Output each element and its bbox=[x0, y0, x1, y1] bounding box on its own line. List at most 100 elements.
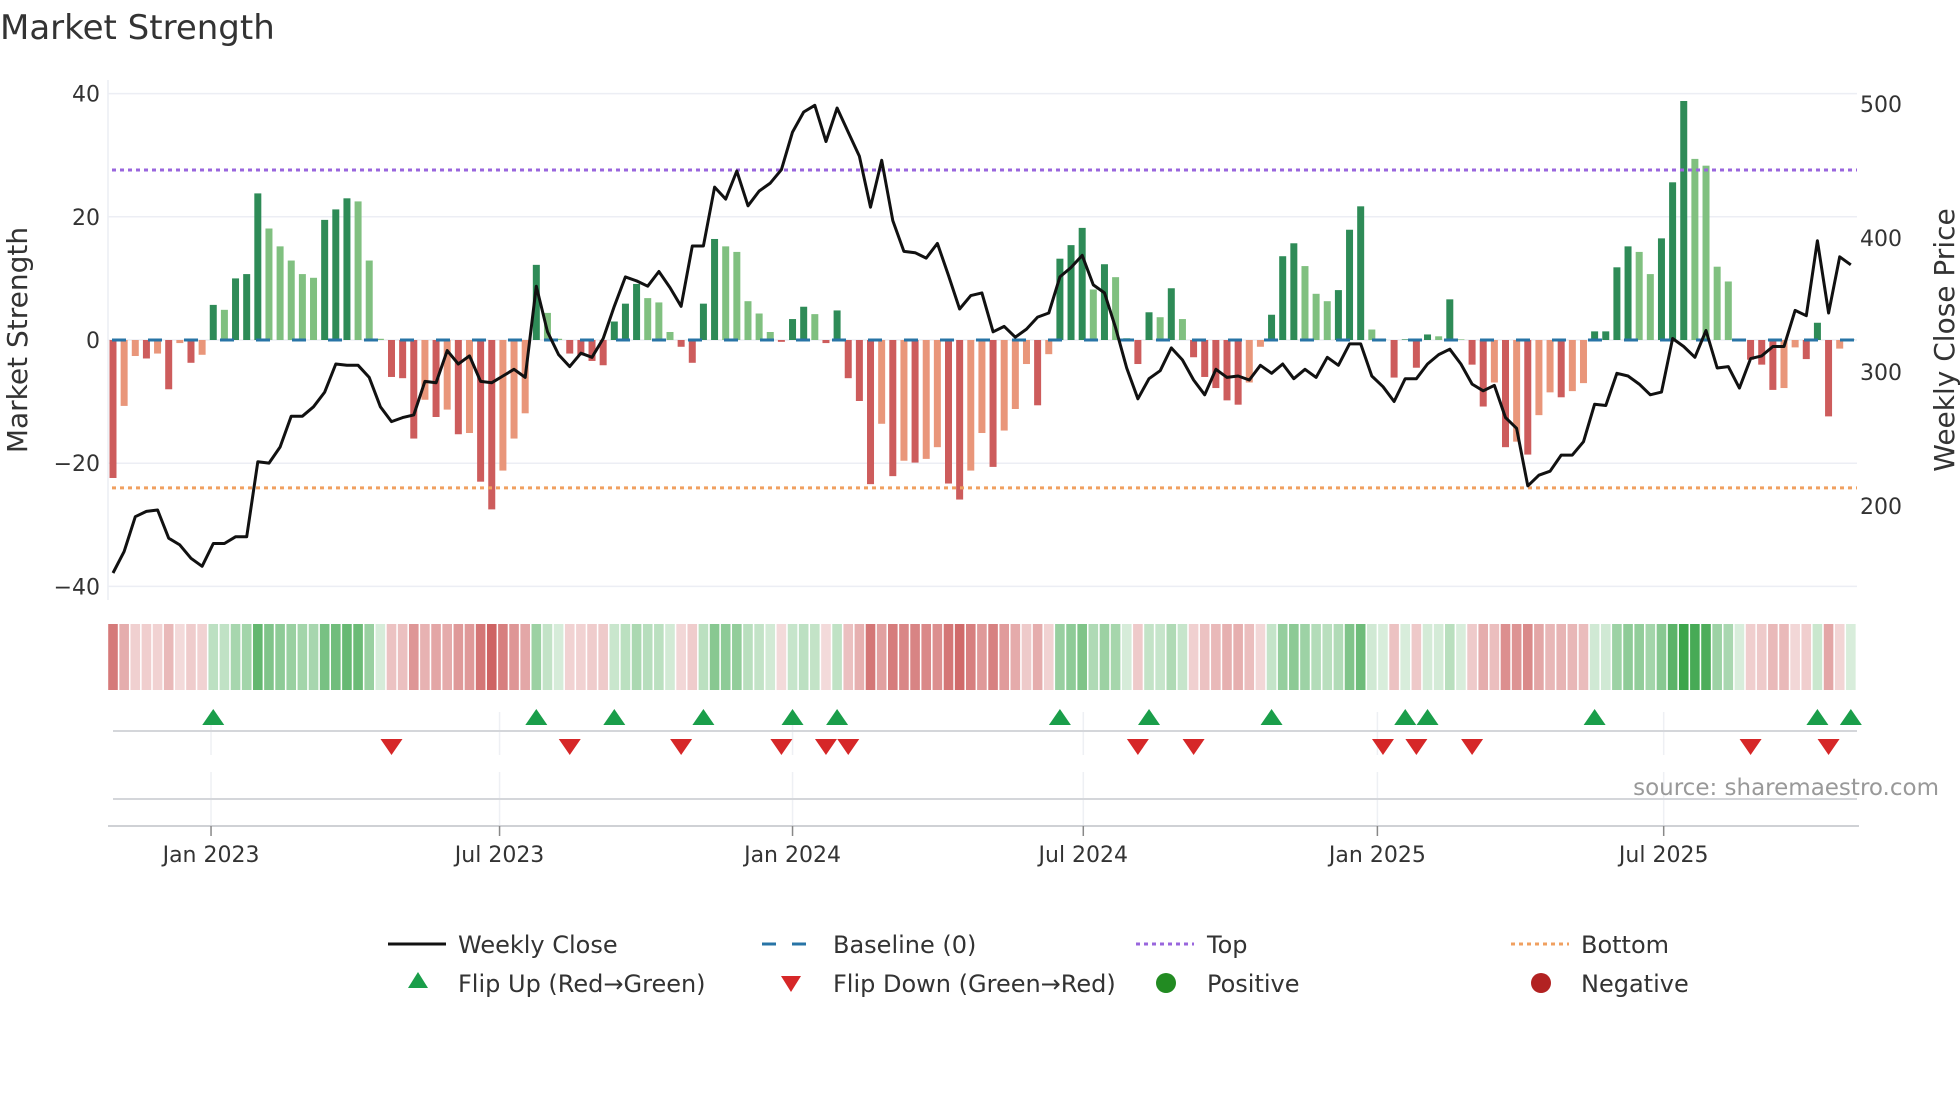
strength-bar bbox=[811, 314, 819, 340]
legend-label: Baseline (0) bbox=[833, 931, 976, 959]
strip-cell bbox=[1634, 624, 1644, 690]
strength-bar bbox=[1724, 281, 1732, 340]
circle-icon bbox=[1531, 973, 1551, 993]
strength-bar bbox=[1802, 340, 1810, 360]
strip-cell bbox=[1411, 624, 1422, 690]
flip-up-marker bbox=[1260, 709, 1283, 725]
strip-cell bbox=[1667, 624, 1678, 690]
strip-cell bbox=[498, 624, 508, 690]
strip-cell bbox=[564, 624, 575, 690]
legend-label: Positive bbox=[1207, 970, 1300, 998]
strength-bar bbox=[1446, 299, 1454, 340]
strength-bar bbox=[1056, 258, 1064, 340]
x-tick-label: Jul 2023 bbox=[453, 843, 545, 868]
strip-cell bbox=[108, 624, 118, 690]
legend-baseline: Baseline (0) bbox=[762, 931, 976, 959]
x-axis-ticks: Jan 2023 Jul 2023 Jan 2024 Jul 2024 Jan 2025… bbox=[161, 826, 1708, 868]
strength-bar bbox=[399, 340, 407, 379]
strip-cell bbox=[910, 624, 920, 690]
strip-cell bbox=[453, 624, 464, 690]
strip-cell bbox=[119, 624, 129, 690]
legend-positive: Positive bbox=[1156, 970, 1300, 998]
strip-cell bbox=[197, 624, 207, 690]
strength-bar bbox=[1301, 266, 1309, 340]
strength-bar bbox=[1524, 340, 1532, 455]
flip-down-marker bbox=[1461, 739, 1484, 755]
strip-cell bbox=[821, 624, 831, 690]
strength-bars bbox=[109, 100, 1855, 510]
strength-bar bbox=[956, 340, 964, 500]
strength-bar bbox=[1078, 227, 1086, 340]
legend-label: Flip Up (Red→Green) bbox=[458, 970, 706, 998]
strip-cell bbox=[1422, 624, 1433, 690]
strength-bar bbox=[610, 321, 618, 340]
strength-bar bbox=[465, 340, 473, 434]
strength-bar bbox=[477, 340, 485, 482]
strength-bar bbox=[1234, 340, 1242, 405]
strip-cell bbox=[420, 624, 430, 690]
flip-up-marker bbox=[1806, 709, 1829, 725]
strip-cell bbox=[1779, 624, 1789, 690]
strip-cell bbox=[676, 624, 686, 690]
triangle-up-icon bbox=[408, 972, 428, 988]
strip-cell bbox=[163, 624, 174, 690]
market-strength-chart: Market Strength 40200−20−40 500400300200… bbox=[0, 8, 1960, 998]
x-tick-label: Jan 2025 bbox=[1327, 843, 1426, 868]
strip-cell bbox=[899, 624, 909, 690]
strength-bar bbox=[454, 340, 462, 435]
strip-cell bbox=[1110, 624, 1121, 690]
strip-cell bbox=[230, 624, 241, 690]
strength-bar bbox=[1145, 312, 1153, 340]
strength-bar bbox=[978, 340, 986, 434]
strip-cell bbox=[1745, 624, 1756, 690]
strength-bar bbox=[1156, 317, 1164, 340]
strip-cell bbox=[1701, 624, 1711, 690]
flip-panel bbox=[108, 712, 1859, 827]
strength-bar bbox=[1502, 340, 1509, 448]
strip-cell bbox=[743, 624, 753, 690]
strip-cell bbox=[1545, 624, 1555, 690]
strength-bar bbox=[1568, 340, 1576, 392]
flip-up-marker bbox=[1138, 709, 1161, 725]
strength-bar bbox=[1702, 165, 1710, 340]
strip-cell bbox=[1445, 624, 1455, 690]
strip-cell bbox=[475, 624, 486, 690]
strip-cell bbox=[1277, 624, 1288, 690]
strip-cell bbox=[1055, 624, 1065, 690]
strip-cell bbox=[1589, 624, 1600, 690]
strip-cell bbox=[642, 624, 653, 690]
strength-bar bbox=[755, 313, 763, 340]
strength-bar bbox=[1479, 340, 1487, 407]
flip-down-marker bbox=[1405, 739, 1428, 755]
legend-label: Negative bbox=[1581, 970, 1689, 998]
strength-bar bbox=[677, 340, 685, 347]
y2-tick-label: 300 bbox=[1860, 361, 1902, 386]
strip-cell bbox=[364, 624, 375, 690]
flip-up-marker bbox=[781, 709, 804, 725]
strip-cell bbox=[1088, 624, 1099, 690]
strength-bar bbox=[1535, 340, 1543, 416]
flip-down-marker bbox=[558, 739, 581, 755]
strip-cell bbox=[286, 624, 297, 690]
legend-weekly-close: Weekly Close bbox=[388, 931, 618, 959]
strength-bar bbox=[666, 331, 674, 340]
strip-cell bbox=[1801, 624, 1812, 690]
strip-cell bbox=[1099, 624, 1110, 690]
flip-down-marker bbox=[1126, 739, 1149, 755]
right-axis-label: Weekly Close Price bbox=[1928, 208, 1960, 471]
strength-bar bbox=[488, 340, 496, 510]
strip-cell bbox=[1790, 624, 1800, 690]
strip-cell bbox=[219, 624, 230, 690]
y2-tick-label: 200 bbox=[1860, 495, 1902, 520]
strength-bar bbox=[1579, 340, 1587, 384]
strength-bar bbox=[878, 340, 886, 424]
strength-bar bbox=[354, 201, 362, 340]
strip-cell bbox=[1300, 624, 1310, 690]
strip-cell bbox=[1043, 624, 1054, 690]
strip-cell bbox=[386, 624, 397, 690]
strip-cell bbox=[1723, 624, 1734, 690]
strip-cell bbox=[520, 624, 530, 690]
strength-bar bbox=[276, 246, 284, 340]
strength-bar bbox=[1602, 331, 1610, 340]
strength-bar bbox=[232, 278, 240, 340]
